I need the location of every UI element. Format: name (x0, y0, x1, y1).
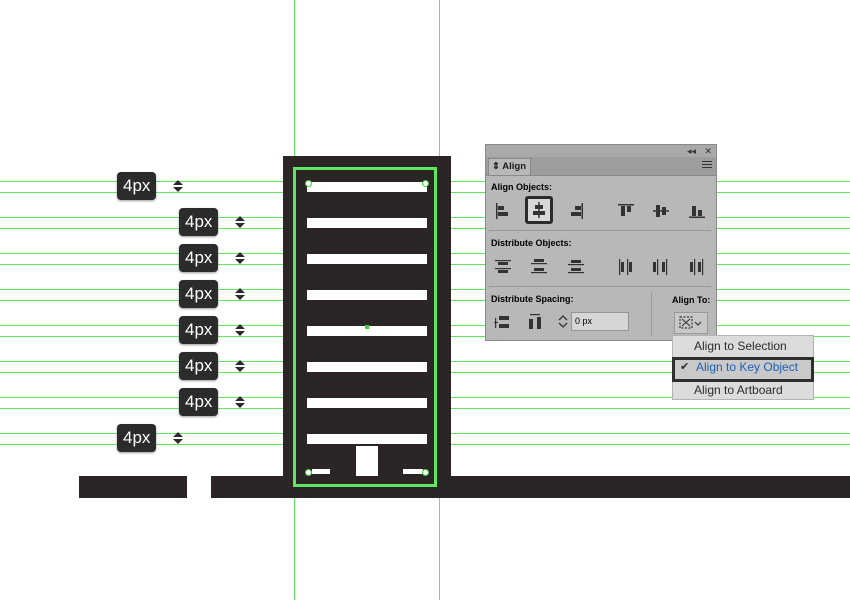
vertical-align-top-icon[interactable] (615, 200, 637, 222)
distribute-spacing-label: Distribute Spacing: (491, 294, 574, 304)
spacing-label: 4px (117, 172, 157, 200)
distribute-vertical-space-icon[interactable] (492, 312, 514, 334)
distribute-top-icon[interactable] (492, 256, 514, 278)
menu-item-align-to-key-object[interactable]: ✔ Align to Key Object (672, 357, 814, 382)
spacing-label: 4px (179, 244, 219, 272)
panel-divider (651, 292, 652, 336)
align-to-label: Align To: (672, 295, 711, 305)
distribute-bottom-icon[interactable] (565, 256, 587, 278)
selection-handle[interactable] (422, 180, 429, 187)
selection-handle[interactable] (305, 469, 312, 476)
menu-item-align-to-selection[interactable]: Align to Selection (673, 336, 813, 357)
distribute-horizontal-space-icon[interactable] (525, 312, 547, 334)
tab-align[interactable]: ⇕ Align (488, 158, 531, 175)
menu-item-label: Align to Selection (694, 339, 787, 353)
distribute-vertical-center-icon[interactable] (528, 256, 550, 278)
spacing-value-input[interactable]: 0 px (571, 312, 629, 331)
align-to-dropdown: Align to Selection ✔ Align to Key Object … (672, 335, 814, 400)
horizontal-align-right-icon[interactable] (565, 200, 587, 222)
selection-handle[interactable] (422, 469, 429, 476)
close-icon[interactable]: ✕ (704, 145, 712, 157)
spacing-arrow-icon (235, 216, 245, 228)
panel-divider (489, 230, 711, 231)
spacing-arrow-icon (235, 396, 245, 408)
tab-label: Align (502, 161, 527, 172)
spacing-arrow-icon (235, 324, 245, 336)
horizontal-align-center-icon[interactable] (528, 199, 550, 221)
key-object-icon (679, 316, 702, 329)
ground-bar-left[interactable] (79, 476, 187, 498)
spacing-arrow-icon (173, 432, 183, 444)
panel-divider (489, 286, 711, 287)
distribute-horizontal-center-icon[interactable] (650, 256, 672, 278)
spacing-arrow-icon (173, 180, 183, 192)
spacing-label: 4px (179, 316, 219, 344)
horizontal-align-left-icon[interactable] (492, 200, 514, 222)
panel-title-bar[interactable]: ◂◂ ✕ (486, 145, 716, 157)
distribute-left-icon[interactable] (615, 256, 637, 278)
spacing-label: 4px (179, 352, 219, 380)
spacing-arrow-icon (235, 360, 245, 372)
menu-item-label: Align to Artboard (694, 383, 783, 397)
checkmark-icon: ✔ (680, 361, 690, 373)
align-objects-label: Align Objects: (491, 182, 553, 192)
spacing-label: 4px (179, 388, 219, 416)
vertical-align-center-icon[interactable] (650, 200, 672, 222)
collapse-icon[interactable]: ◂◂ (687, 145, 696, 157)
menu-item-align-to-artboard[interactable]: Align to Artboard (673, 380, 813, 401)
distribute-objects-label: Distribute Objects: (491, 238, 572, 248)
vertical-align-bottom-icon[interactable] (686, 200, 708, 222)
align-to-button[interactable] (674, 312, 708, 334)
spacing-stepper-icon[interactable] (557, 312, 569, 331)
distribute-right-icon[interactable] (686, 256, 708, 278)
panel-menu-icon[interactable] (702, 161, 712, 169)
panel-tab-bar: ⇕ Align (486, 157, 716, 176)
menu-item-label: Align to Key Object (696, 360, 799, 374)
spacing-label: 4px (179, 208, 219, 236)
spacing-arrow-icon (235, 288, 245, 300)
selection-center-point (365, 325, 369, 329)
spacing-label: 4px (117, 424, 157, 452)
spacing-label: 4px (179, 280, 219, 308)
selection-handle[interactable] (305, 180, 312, 187)
spacing-arrow-icon (235, 252, 245, 264)
tab-arrows-icon: ⇕ (492, 161, 500, 172)
